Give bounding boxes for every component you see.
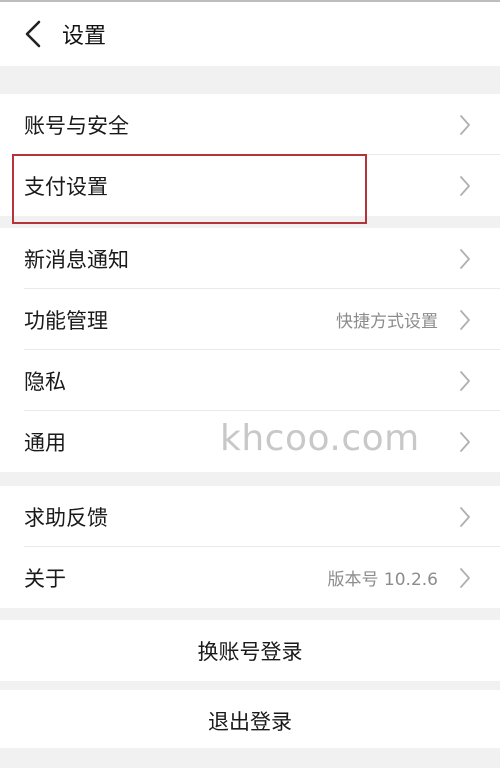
settings-item-label: 求助反馈 xyxy=(24,505,108,530)
chevron-left-icon xyxy=(25,20,41,48)
title-bar: 设置 xyxy=(0,2,500,66)
settings-item-features[interactable]: 功能管理 快捷方式设置 xyxy=(0,289,500,350)
chevron-right-icon xyxy=(460,248,470,269)
chevron-right-icon xyxy=(460,506,470,527)
settings-item-label: 通用 xyxy=(24,430,66,455)
chevron-right-icon xyxy=(460,175,470,196)
chevron-right-icon xyxy=(460,567,470,588)
settings-item-privacy[interactable]: 隐私 xyxy=(0,350,500,411)
logout-button[interactable]: 退出登录 xyxy=(0,690,500,751)
settings-item-payment[interactable]: 支付设置 xyxy=(0,155,500,216)
settings-item-detail: 快捷方式设置 xyxy=(336,312,438,332)
settings-group-account: 账号与安全 支付设置 xyxy=(0,94,500,216)
settings-item-label: 新消息通知 xyxy=(24,247,129,272)
chevron-right-icon xyxy=(460,309,470,330)
settings-group-general: 新消息通知 功能管理 快捷方式设置 隐私 通用 xyxy=(0,228,500,472)
version-text: 版本号 10.2.6 xyxy=(327,570,438,590)
switch-account-button[interactable]: 换账号登录 xyxy=(0,620,500,681)
settings-item-label: 账号与安全 xyxy=(24,113,129,138)
settings-item-notifications[interactable]: 新消息通知 xyxy=(0,228,500,289)
settings-item-label: 关于 xyxy=(24,566,66,591)
bottom-spacer xyxy=(0,748,500,768)
chevron-right-icon xyxy=(460,114,470,135)
settings-item-feedback[interactable]: 求助反馈 xyxy=(0,486,500,547)
chevron-right-icon xyxy=(460,370,470,391)
settings-item-general[interactable]: 通用 xyxy=(0,411,500,472)
back-button[interactable] xyxy=(8,2,58,66)
settings-item-about[interactable]: 关于 版本号 10.2.6 xyxy=(0,547,500,608)
chevron-right-icon xyxy=(460,431,470,452)
page-title: 设置 xyxy=(62,24,107,49)
settings-item-label: 功能管理 xyxy=(24,308,108,333)
logout-label: 退出登录 xyxy=(208,709,292,734)
settings-item-label: 支付设置 xyxy=(24,174,108,199)
settings-item-label: 隐私 xyxy=(24,369,66,394)
settings-group-help: 求助反馈 关于 版本号 10.2.6 xyxy=(0,486,500,608)
switch-account-label: 换账号登录 xyxy=(197,639,303,664)
settings-item-account-security[interactable]: 账号与安全 xyxy=(0,94,500,155)
